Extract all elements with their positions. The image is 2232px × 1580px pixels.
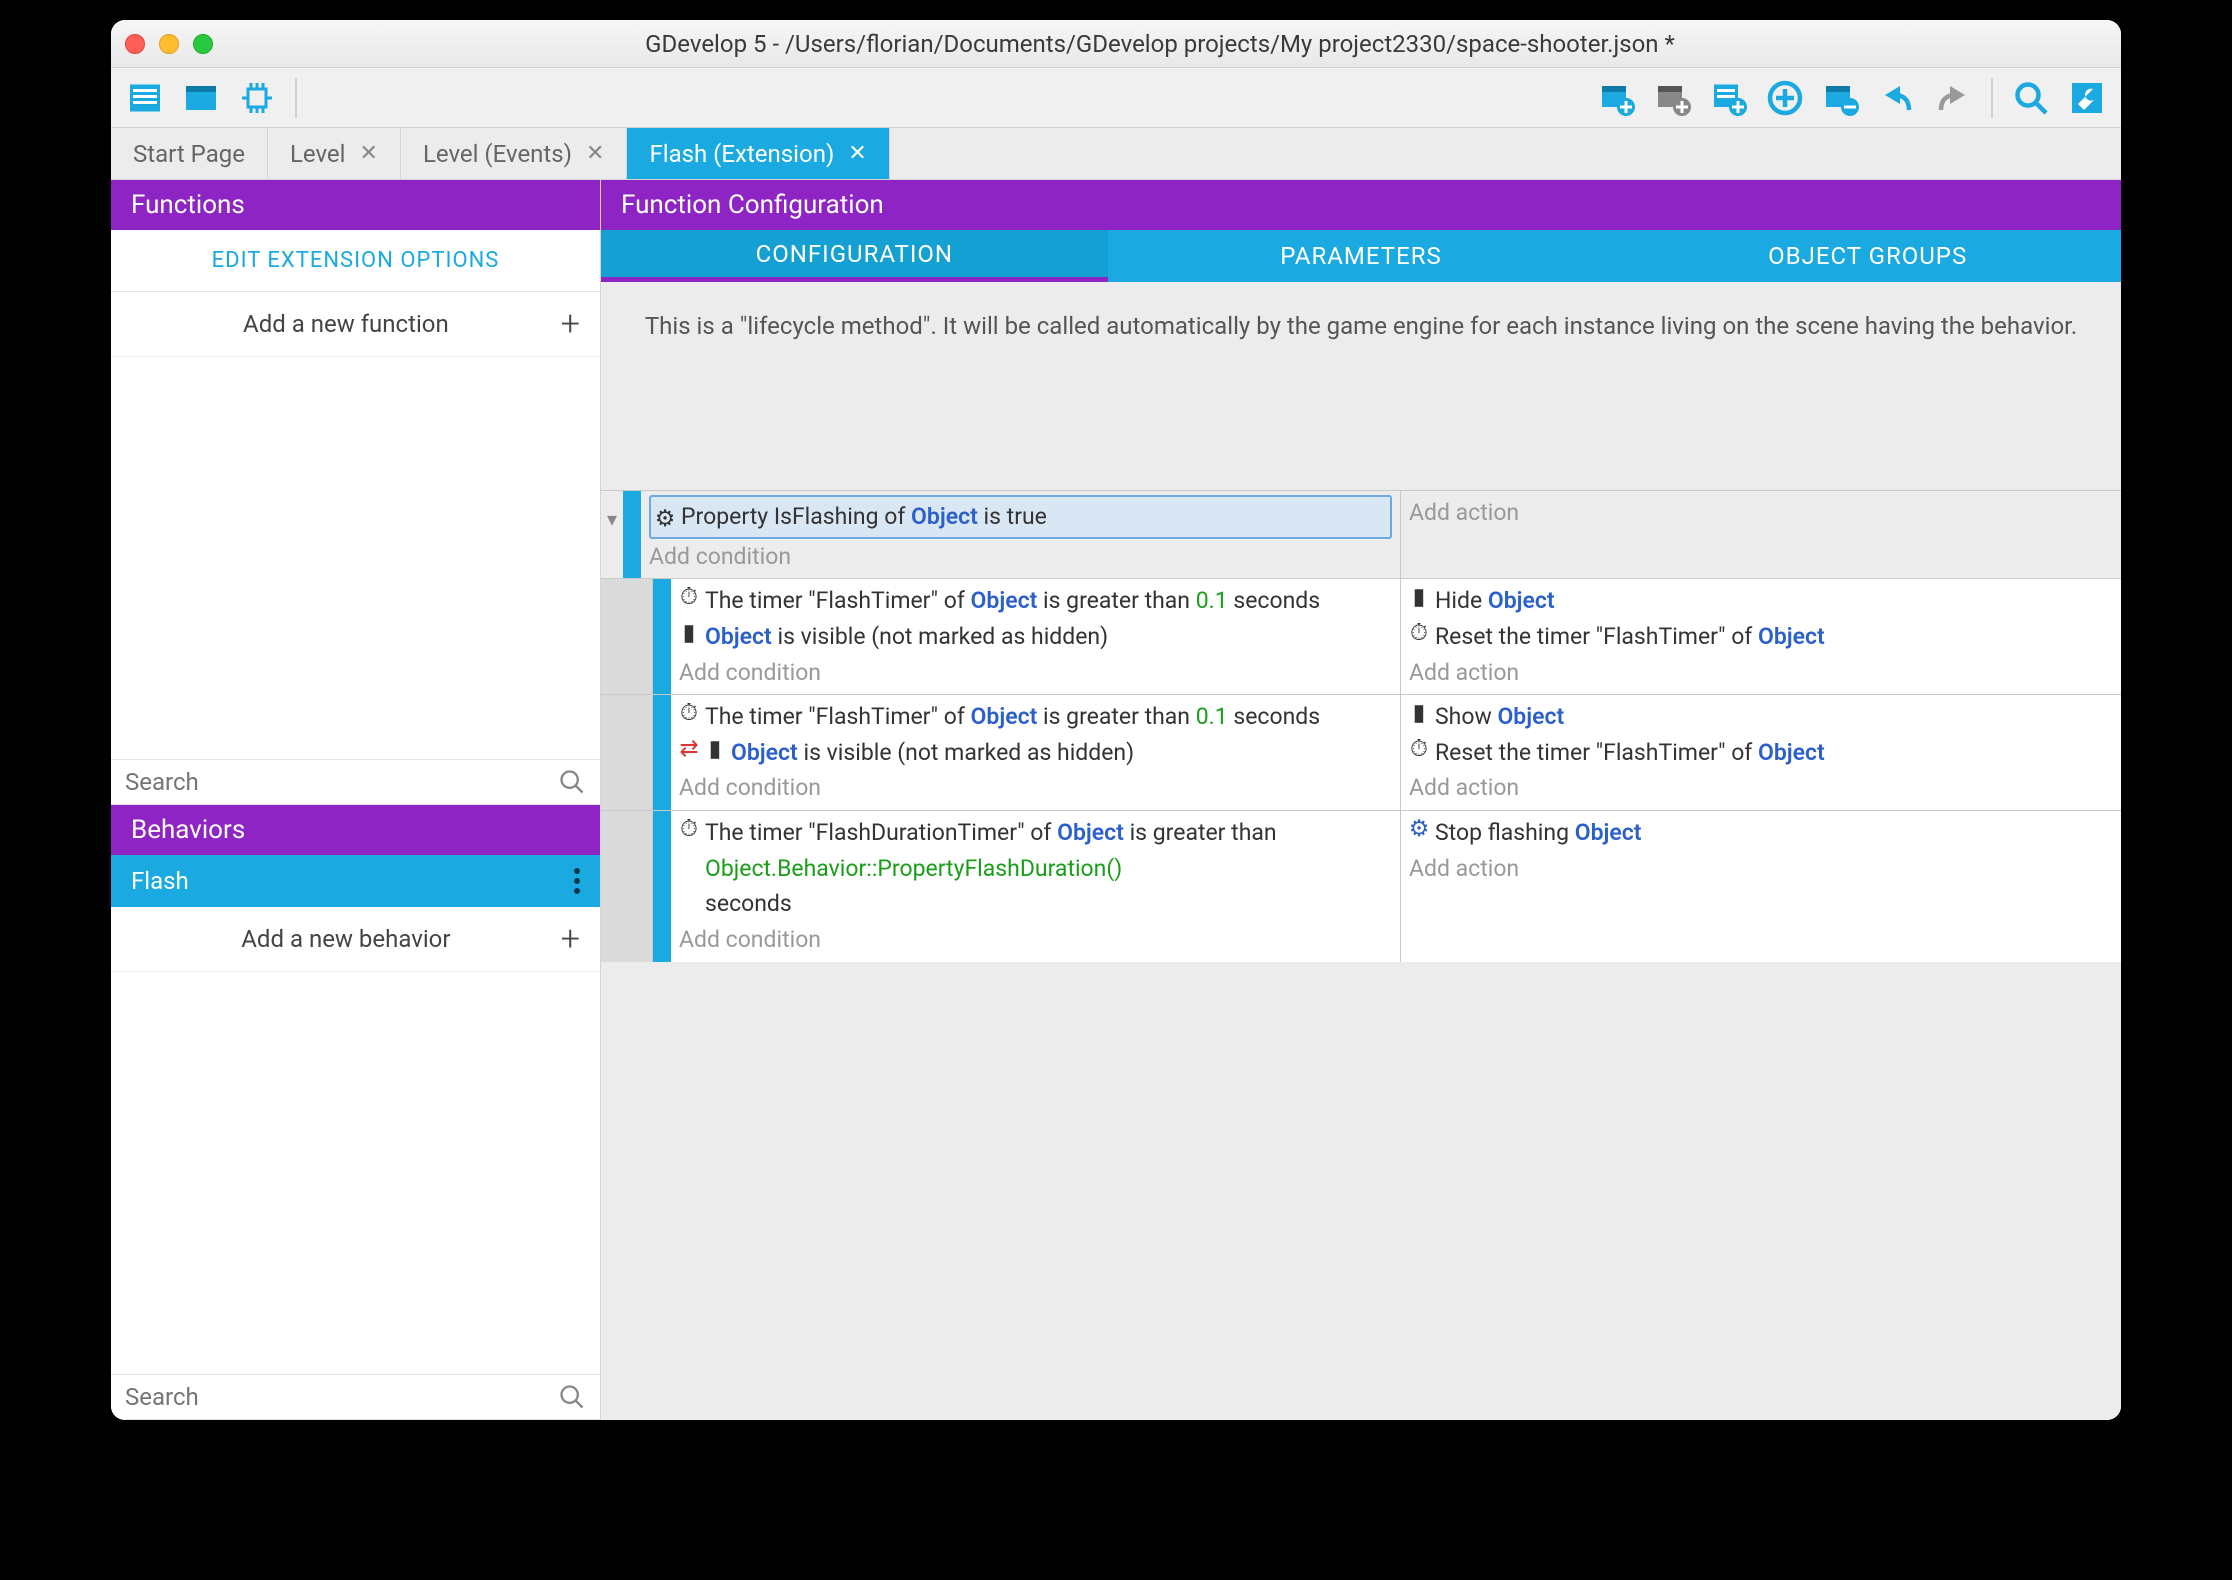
functions-header: Functions <box>111 180 600 230</box>
add-action-button[interactable]: Add action <box>1409 495 2113 531</box>
tab-start-page[interactable]: Start Page <box>111 128 268 179</box>
close-window-icon[interactable] <box>125 34 145 54</box>
main-panel: Function Configuration CONFIGURATION PAR… <box>601 180 2121 1420</box>
visible-icon: ▮ <box>679 623 699 643</box>
close-icon[interactable]: ✕ <box>360 141 378 166</box>
plus-icon: + <box>561 304 580 344</box>
edit-extension-options-button[interactable]: EDIT EXTENSION OPTIONS <box>111 230 600 292</box>
behaviors-header: Behaviors <box>111 805 600 855</box>
undo-icon[interactable] <box>1873 76 1921 120</box>
plus-icon: + <box>561 919 580 959</box>
search-input[interactable] <box>125 1383 558 1411</box>
event-row[interactable]: ⏱ The timer "FlashTimer" of Object is gr… <box>601 578 2121 694</box>
add-condition-button[interactable]: Add condition <box>679 655 1392 691</box>
search-icon <box>558 1383 586 1411</box>
add-action-button[interactable]: Add action <box>1409 851 2113 887</box>
tab-bar: Start Page Level✕ Level (Events)✕ Flash … <box>111 128 2121 180</box>
add-action-button[interactable]: Add action <box>1409 655 2113 691</box>
condition[interactable]: ⏱ The timer "FlashTimer" of Object is gr… <box>679 583 1392 619</box>
titlebar: GDevelop 5 - /Users/florian/Documents/GD… <box>111 20 2121 68</box>
close-icon[interactable]: ✕ <box>586 141 604 166</box>
kebab-menu-icon[interactable] <box>574 868 580 894</box>
search-icon[interactable] <box>2007 76 2055 120</box>
window-controls <box>125 34 213 54</box>
tab-parameters[interactable]: PARAMETERS <box>1108 230 1615 282</box>
redo-icon[interactable] <box>1929 76 1977 120</box>
panel-icon[interactable] <box>177 76 225 120</box>
add-condition-button[interactable]: Add condition <box>679 922 1392 958</box>
tab-object-groups[interactable]: OBJECT GROUPS <box>1614 230 2121 282</box>
tab-flash-extension[interactable]: Flash (Extension)✕ <box>627 128 889 179</box>
sidebar: Functions EDIT EXTENSION OPTIONS Add a n… <box>111 180 601 1420</box>
timer-icon: ⏱ <box>679 819 699 839</box>
divider <box>295 78 297 118</box>
timer-icon: ⏱ <box>679 703 699 723</box>
window-title: GDevelop 5 - /Users/florian/Documents/GD… <box>213 30 2107 58</box>
function-config-header: Function Configuration <box>601 180 2121 230</box>
list-icon[interactable] <box>121 76 169 120</box>
add-function-button[interactable]: Add a new function + <box>111 292 600 357</box>
event-handle[interactable] <box>653 695 671 810</box>
zoom-window-icon[interactable] <box>193 34 213 54</box>
tab-configuration[interactable]: CONFIGURATION <box>601 230 1108 282</box>
timer-icon: ⏱ <box>679 587 699 607</box>
timer-icon: ⏱ <box>1409 739 1429 759</box>
functions-search[interactable] <box>111 759 600 805</box>
event-handle[interactable] <box>653 579 671 694</box>
behavior-item-flash[interactable]: Flash <box>111 855 600 907</box>
add-circle-icon[interactable] <box>1761 76 1809 120</box>
collapse-toggle-icon[interactable]: ▾ <box>601 505 623 533</box>
lifecycle-description: This is a "lifecycle method". It will be… <box>601 282 2121 370</box>
search-input[interactable] <box>125 768 558 796</box>
wrench-icon[interactable] <box>2063 76 2111 120</box>
search-icon <box>558 768 586 796</box>
action[interactable]: ⚙ Stop flashing Object <box>1409 815 2113 851</box>
hide-icon: ▮ <box>1409 587 1429 607</box>
gear-icon: ⚙ <box>655 509 675 529</box>
toolbar <box>111 68 2121 128</box>
add-window-icon[interactable] <box>1649 76 1697 120</box>
event-row[interactable]: ▾ ⚙ Property IsFlashing of Object is tru… <box>601 490 2121 578</box>
condition[interactable]: ⏱ The timer "FlashDurationTimer" of Obje… <box>679 815 1392 922</box>
condition-selected[interactable]: ⚙ Property IsFlashing of Object is true <box>649 495 1392 539</box>
visible-icon: ▮ <box>705 739 725 759</box>
add-panel-icon[interactable] <box>1593 76 1641 120</box>
add-condition-button[interactable]: Add condition <box>649 539 1392 575</box>
remove-panel-icon[interactable] <box>1817 76 1865 120</box>
app-window: GDevelop 5 - /Users/florian/Documents/GD… <box>111 20 2121 1420</box>
action[interactable]: ▮ Show Object <box>1409 699 2113 735</box>
event-handle[interactable] <box>653 811 671 962</box>
action[interactable]: ▮ Hide Object <box>1409 583 2113 619</box>
add-condition-button[interactable]: Add condition <box>679 770 1392 806</box>
show-icon: ▮ <box>1409 703 1429 723</box>
add-behavior-button[interactable]: Add a new behavior + <box>111 907 600 972</box>
invert-icon: ⇄ <box>679 739 699 759</box>
divider <box>1991 78 1993 118</box>
close-icon[interactable]: ✕ <box>848 141 866 166</box>
condition[interactable]: ⏱ The timer "FlashTimer" of Object is gr… <box>679 699 1392 735</box>
action[interactable]: ⏱ Reset the timer "FlashTimer" of Object <box>1409 735 2113 771</box>
gear-icon: ⚙ <box>1409 819 1429 839</box>
tab-level[interactable]: Level✕ <box>268 128 401 179</box>
events-area: ▾ ⚙ Property IsFlashing of Object is tru… <box>601 370 2121 1420</box>
condition[interactable]: ⇄ ▮ Object is visible (not marked as hid… <box>679 735 1392 771</box>
add-action-button[interactable]: Add action <box>1409 770 2113 806</box>
timer-icon: ⏱ <box>1409 623 1429 643</box>
condition[interactable]: ▮ Object is visible (not marked as hidde… <box>679 619 1392 655</box>
chip-icon[interactable] <box>233 76 281 120</box>
event-row[interactable]: ⏱ The timer "FlashTimer" of Object is gr… <box>601 694 2121 810</box>
event-handle[interactable] <box>623 491 641 578</box>
minimize-window-icon[interactable] <box>159 34 179 54</box>
add-list-icon[interactable] <box>1705 76 1753 120</box>
config-tabs: CONFIGURATION PARAMETERS OBJECT GROUPS <box>601 230 2121 282</box>
tab-level-events[interactable]: Level (Events)✕ <box>401 128 628 179</box>
action[interactable]: ⏱ Reset the timer "FlashTimer" of Object <box>1409 619 2113 655</box>
behaviors-search[interactable] <box>111 1374 600 1420</box>
event-row[interactable]: ⏱ The timer "FlashDurationTimer" of Obje… <box>601 810 2121 962</box>
